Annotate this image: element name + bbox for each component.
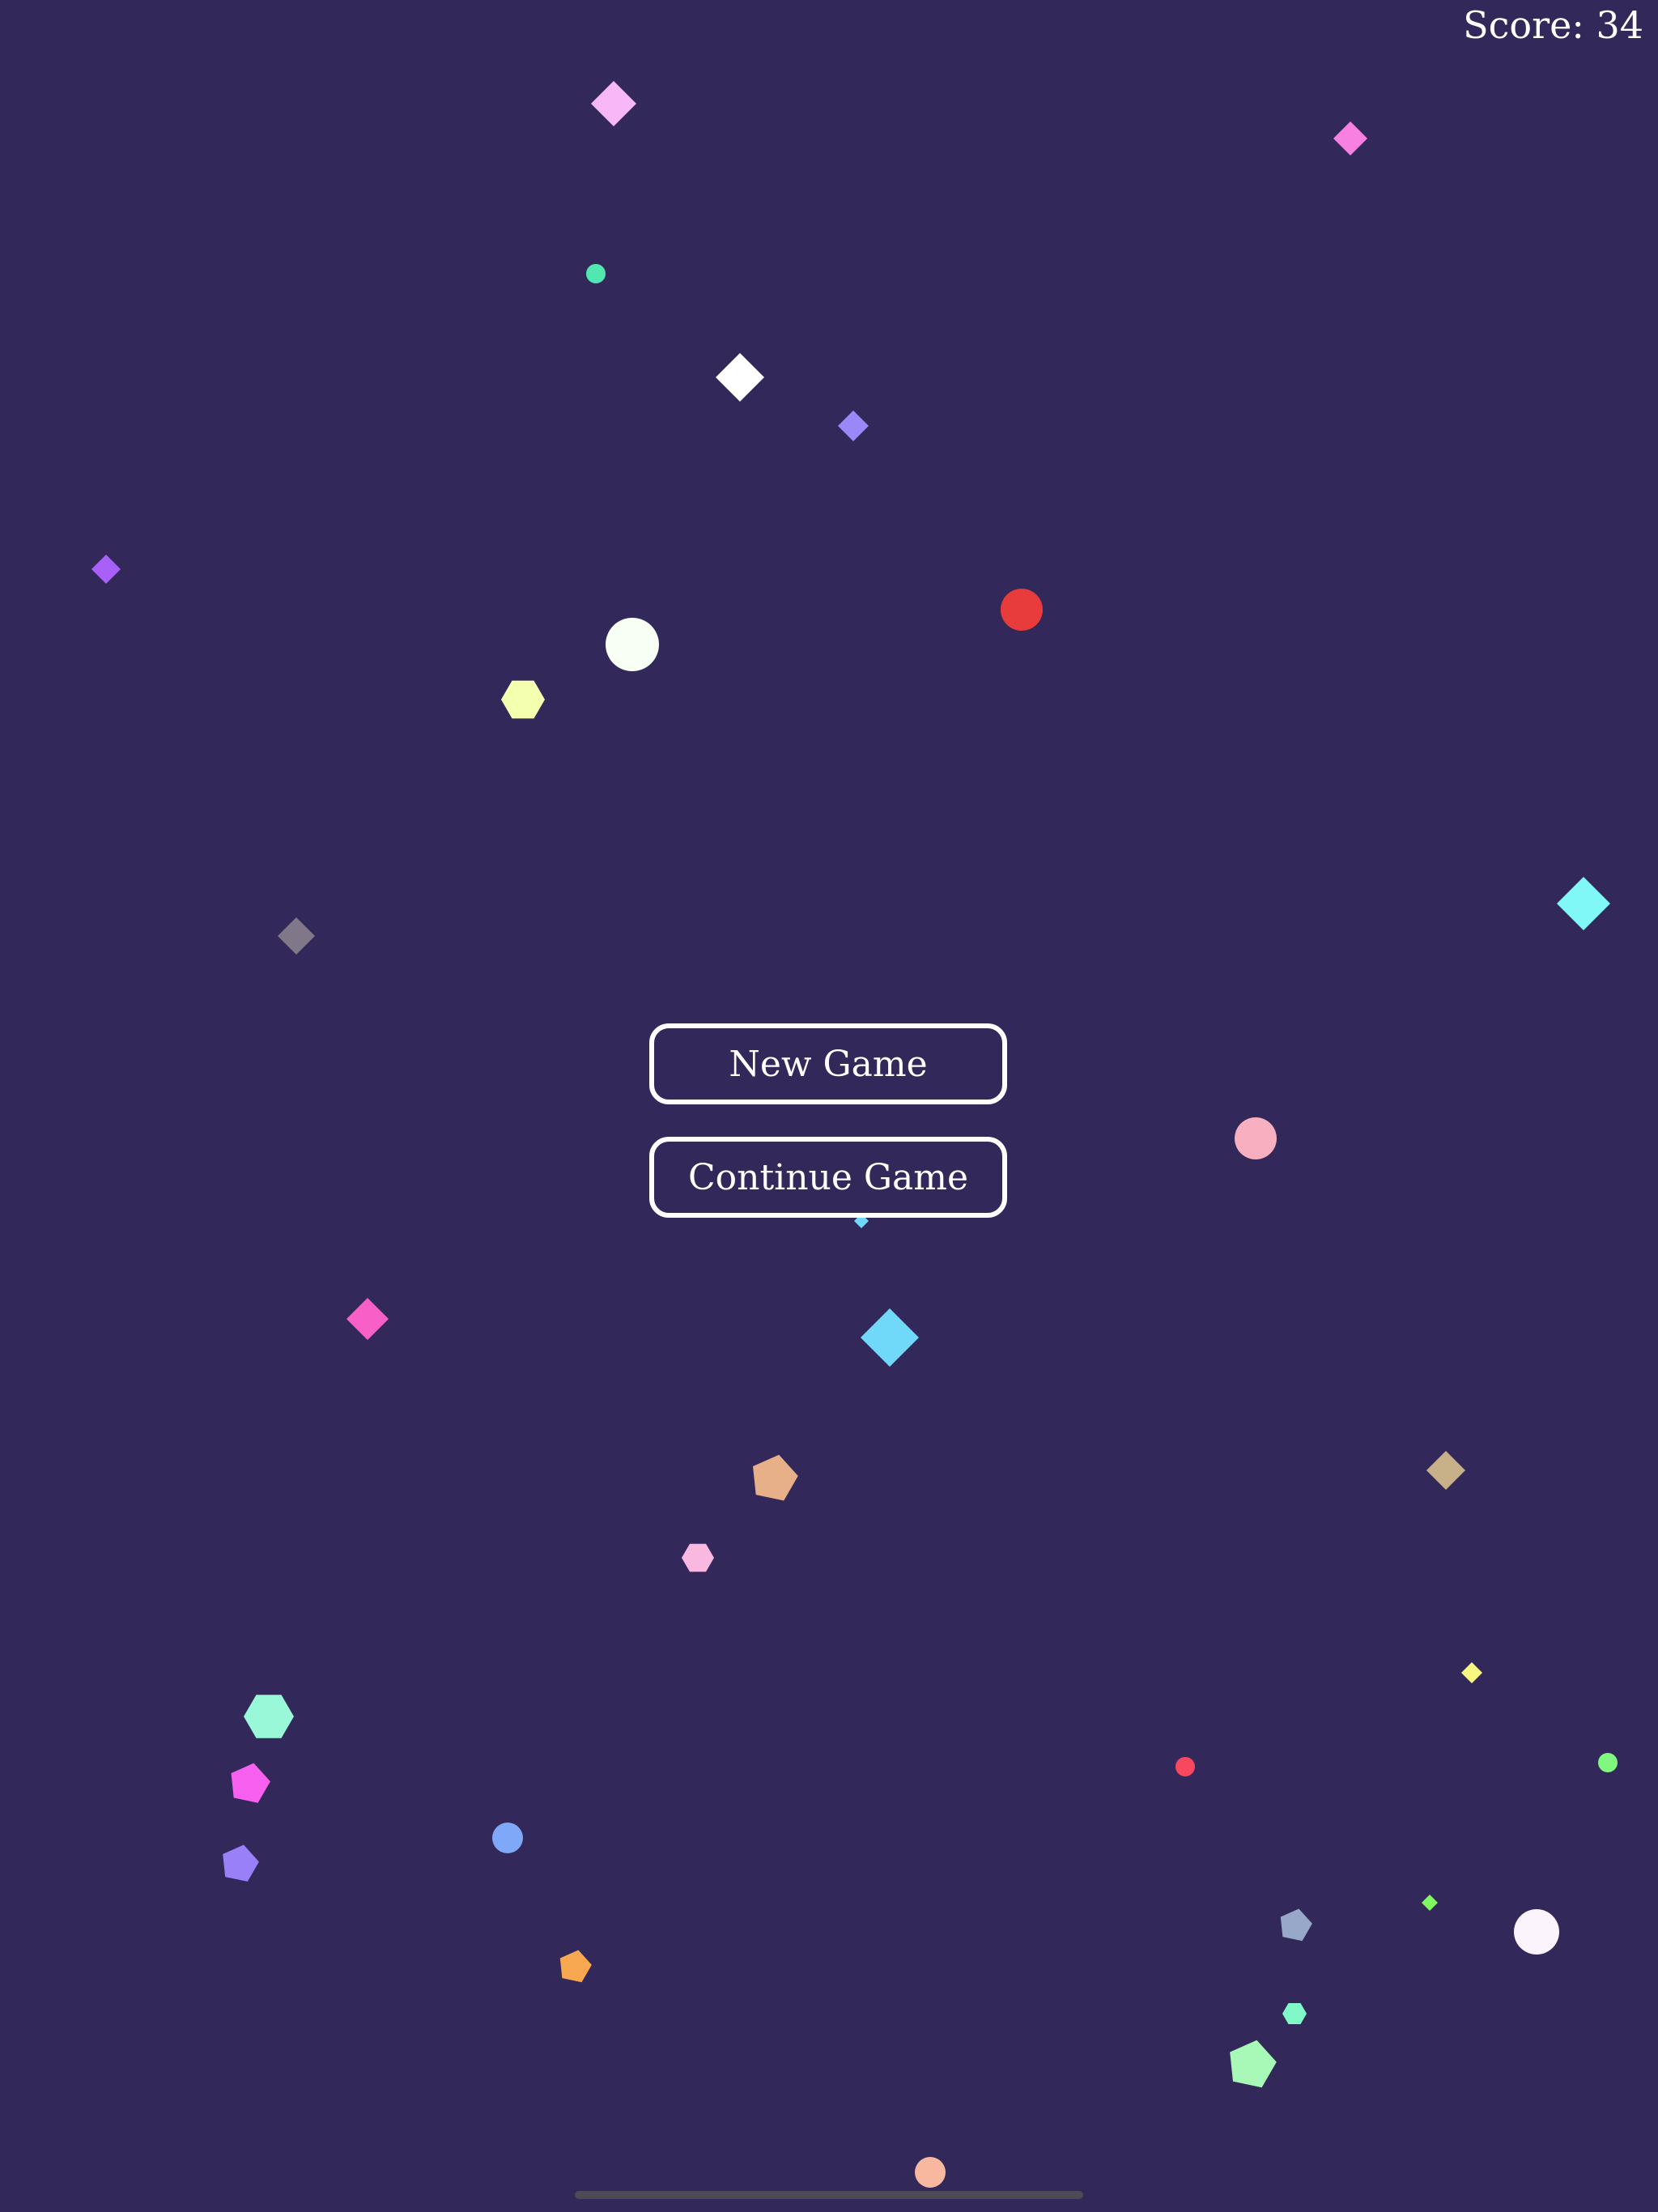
floating-hexagon-shape xyxy=(244,1695,294,1738)
floating-circle-shape xyxy=(1001,589,1043,631)
home-indicator[interactable] xyxy=(575,2191,1083,2199)
floating-diamond-shape xyxy=(1333,121,1367,155)
floating-circle-shape xyxy=(1598,1753,1618,1772)
floating-pentagon-shape xyxy=(1230,2040,1277,2088)
score-display: Score: 34 xyxy=(1463,3,1643,47)
floating-diamond-shape xyxy=(346,1298,389,1340)
floating-diamond-shape xyxy=(278,917,315,955)
floating-circle-shape xyxy=(586,264,606,283)
floating-pentagon-shape xyxy=(753,1454,798,1501)
floating-circle-shape xyxy=(492,1823,523,1853)
floating-pentagon-shape xyxy=(223,1844,259,1882)
floating-circle-shape xyxy=(1175,1757,1195,1776)
floating-pentagon-shape xyxy=(231,1763,270,1803)
floating-hexagon-shape xyxy=(1282,2003,1307,2024)
floating-circle-shape xyxy=(1235,1117,1277,1159)
floating-diamond-shape xyxy=(1426,1451,1465,1490)
floating-circle-shape xyxy=(915,2157,946,2188)
floating-diamond-shape xyxy=(838,410,869,441)
floating-hexagon-shape xyxy=(501,680,545,719)
new-game-button[interactable]: New Game xyxy=(649,1023,1007,1104)
floating-circle-shape xyxy=(606,618,659,671)
floating-shapes-layer xyxy=(91,81,1618,2188)
floating-pentagon-shape xyxy=(1280,1908,1312,1942)
floating-circle-shape xyxy=(1514,1909,1559,1955)
floating-diamond-shape xyxy=(1422,1895,1438,1911)
continue-game-button[interactable]: Continue Game xyxy=(649,1137,1007,1218)
floating-diamond-shape xyxy=(591,81,636,126)
floating-diamond-shape xyxy=(91,555,121,584)
floating-diamond-shape xyxy=(716,353,764,402)
floating-diamond-shape xyxy=(861,1308,919,1367)
floating-hexagon-shape xyxy=(682,1543,714,1572)
floating-diamond-shape xyxy=(1461,1662,1482,1683)
floating-diamond-shape xyxy=(1557,877,1610,930)
game-screen: Score: 34 New Game Continue Game xyxy=(0,0,1658,2212)
floating-pentagon-shape xyxy=(559,1950,592,1983)
